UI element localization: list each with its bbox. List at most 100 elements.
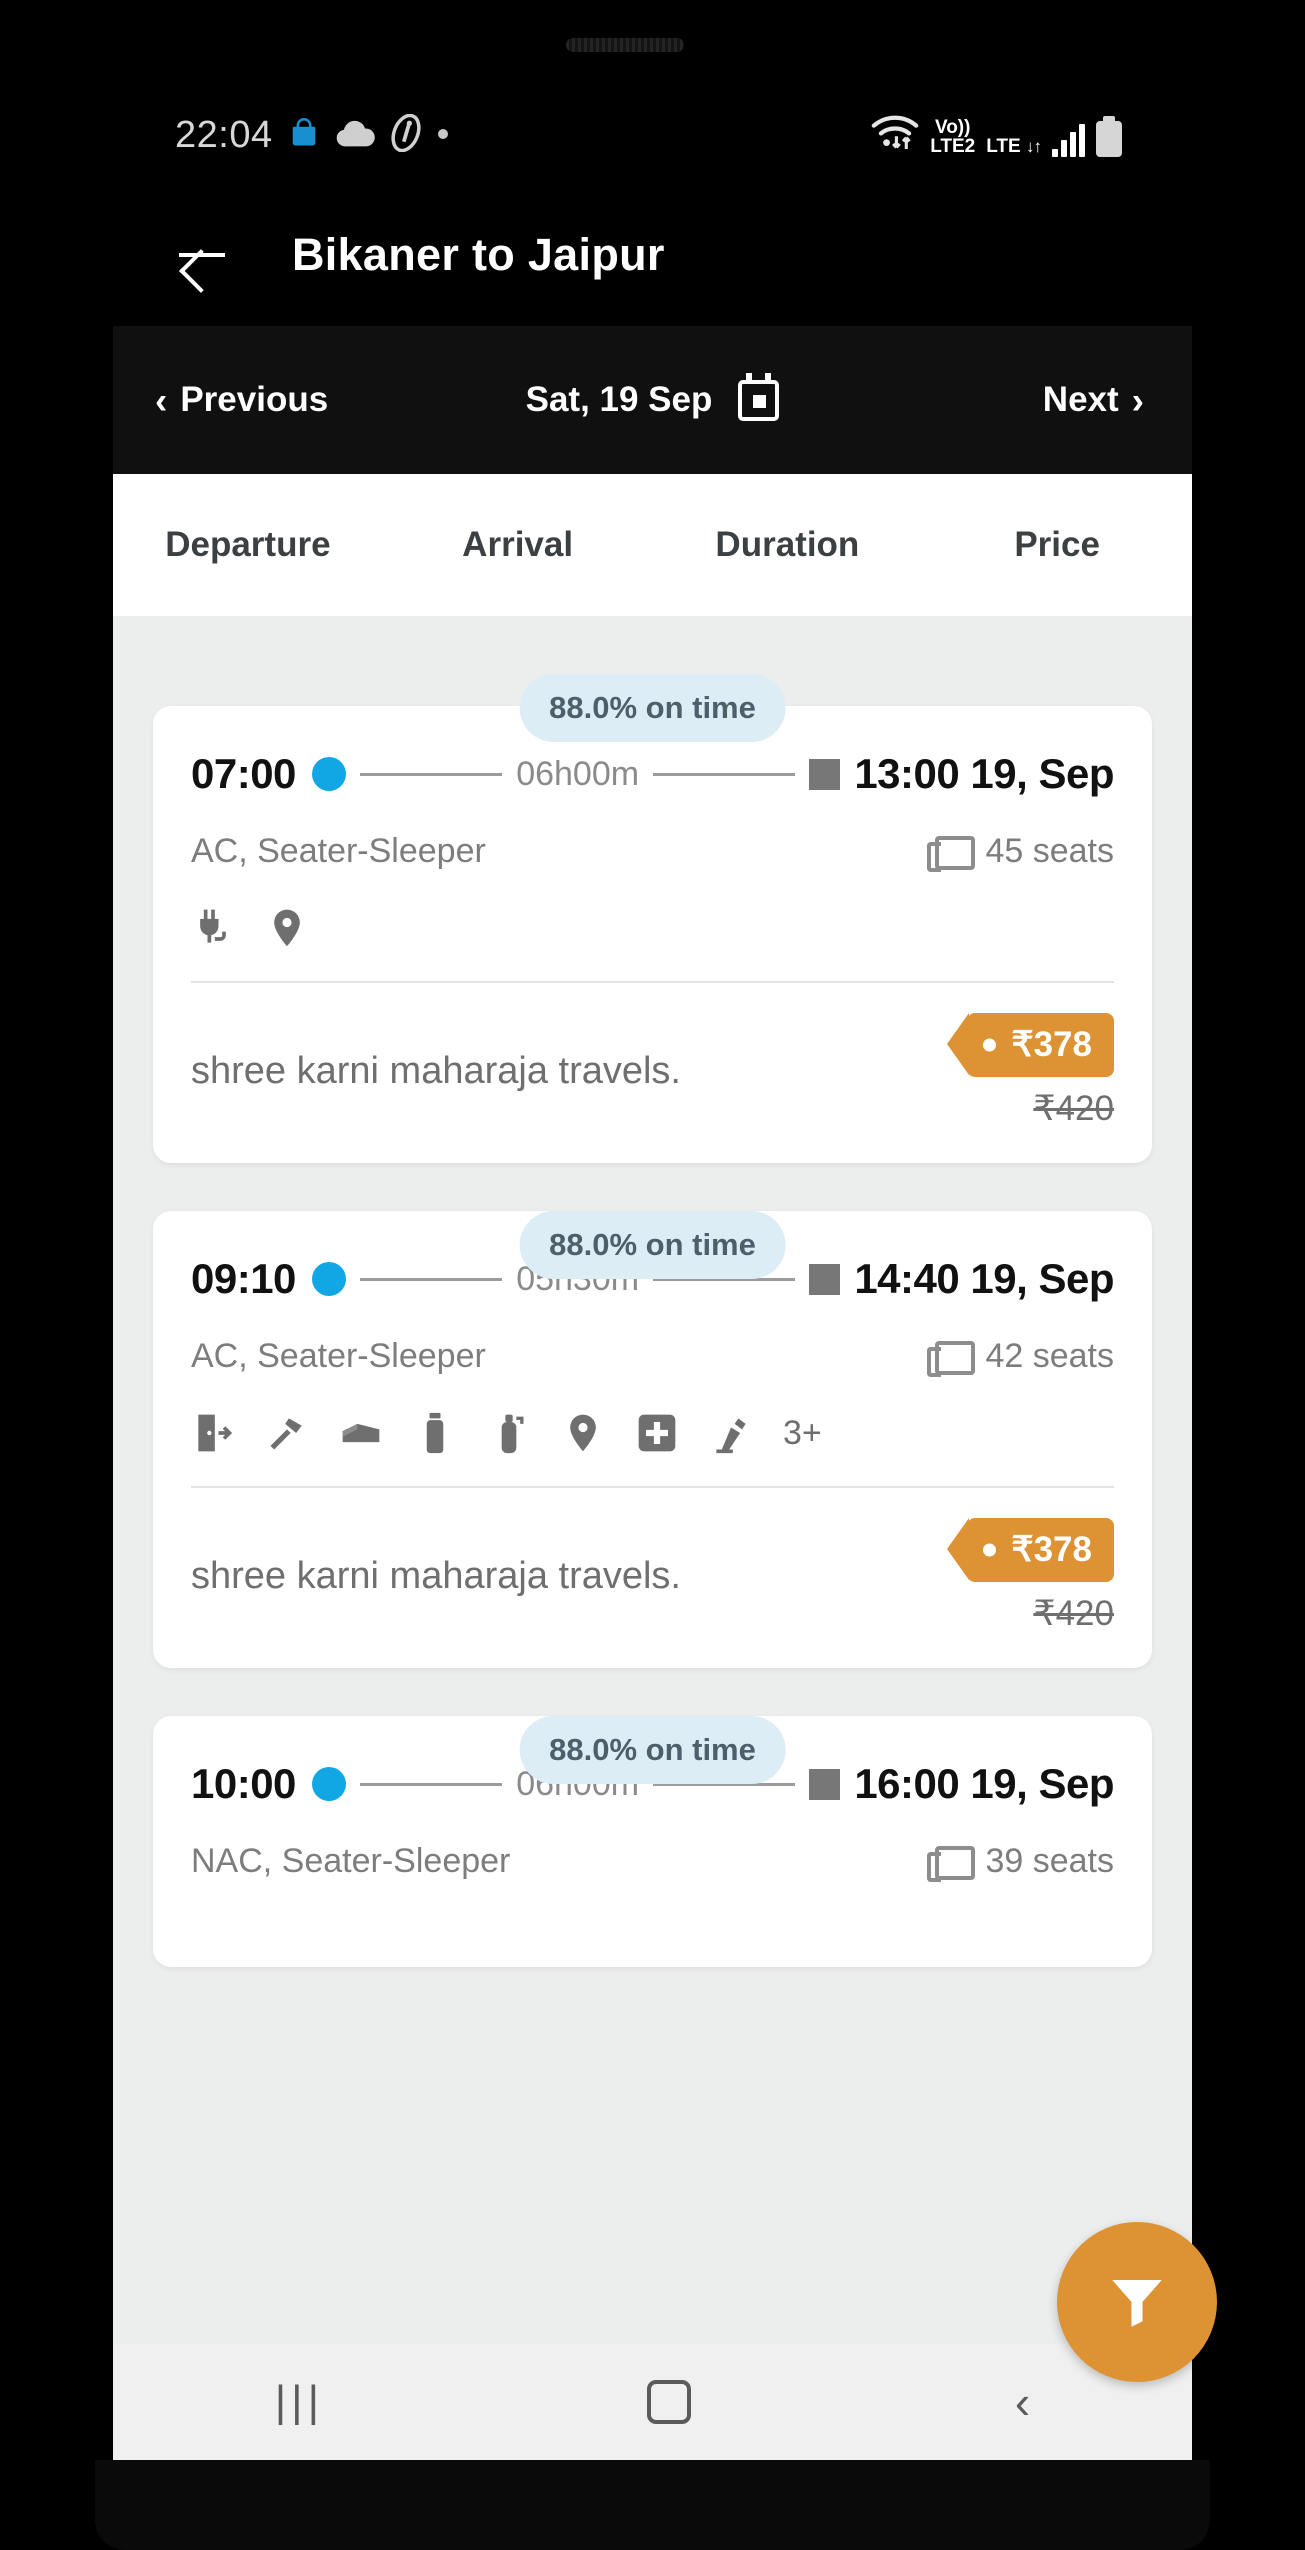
bus-type-label: AC, Seater-Sleeper	[191, 832, 486, 870]
departure-dot-icon	[311, 757, 346, 791]
price-block: ₹378 ₹420	[947, 1518, 1114, 1634]
journey-duration: 06h00m	[516, 754, 640, 793]
bus-type-label: NAC, Seater-Sleeper	[191, 1842, 511, 1880]
tag-hole-icon	[983, 1543, 997, 1557]
operator-name: shree karni maharaja travels.	[191, 1554, 681, 1597]
earpiece-speaker	[566, 38, 684, 52]
back-arrow-icon[interactable]	[173, 226, 231, 284]
recents-icon[interactable]: |||	[275, 2377, 324, 2427]
arrival-time: 13:00 19, Sep	[854, 750, 1114, 797]
operator-name: shree karni maharaja travels.	[191, 1049, 681, 1092]
next-day-label: Next	[1042, 380, 1119, 419]
volte-icon: Vo)) LTE2	[930, 116, 976, 158]
page-title: Bikaner to Jaipur	[292, 229, 665, 280]
chevron-right-icon: ›	[1131, 379, 1144, 421]
timeline-line-left	[359, 1782, 503, 1786]
amenities-more-label[interactable]: 3+	[783, 1414, 822, 1453]
on-time-badge: 88.0% on time	[519, 1211, 786, 1279]
emergency-exit-icon	[191, 1411, 235, 1455]
tab-price[interactable]: Price	[922, 525, 1192, 565]
tag-hole-icon	[983, 1038, 997, 1052]
signal-bars-icon	[1052, 124, 1085, 157]
calendar-icon[interactable]	[738, 372, 780, 421]
filter-funnel-icon	[1112, 2280, 1162, 2327]
price-tag: ₹378	[947, 1518, 1114, 1582]
blanket-icon	[339, 1411, 383, 1455]
arrival-time: 14:40 19, Sep	[854, 1255, 1114, 1302]
arrival-time: 16:00 19, Sep	[854, 1760, 1114, 1807]
battery-icon	[1096, 116, 1122, 157]
status-bar: 22:04 Vo)) LTE2 LTE ↓↑	[95, 108, 1210, 180]
seats-label: 42 seats	[985, 1337, 1114, 1375]
filter-button[interactable]	[1057, 2222, 1217, 2382]
price-block: ₹378 ₹420	[947, 1013, 1114, 1129]
departure-dot-icon	[311, 1262, 346, 1296]
selected-date-label: Sat, 19 Sep	[525, 380, 713, 419]
reading-light-icon	[709, 1411, 753, 1455]
arrival-square-icon	[809, 758, 841, 790]
live-tracking-icon	[561, 1411, 605, 1455]
departure-time: 10:00	[191, 1760, 296, 1807]
timeline-line-left	[359, 772, 503, 776]
next-day-button[interactable]: Next ›	[1043, 380, 1144, 420]
price-value: ₹378	[1011, 1530, 1092, 1569]
price-tag: ₹378	[947, 1013, 1114, 1077]
water-bottle-icon	[413, 1411, 457, 1455]
bus-type-label: AC, Seater-Sleeper	[191, 1337, 486, 1375]
seat-icon	[927, 1340, 976, 1377]
selected-date[interactable]: Sat, 19 Sep	[113, 372, 1192, 421]
departure-dot-icon	[311, 1767, 346, 1801]
amenities-row	[191, 897, 1114, 959]
amenities-row: 3+	[191, 1402, 1114, 1464]
fire-extinguisher-icon	[487, 1411, 531, 1455]
system-back-icon[interactable]: ‹	[1015, 2375, 1030, 2429]
price-value: ₹378	[1011, 1025, 1092, 1064]
operator-price-row: shree karni maharaja travels. ₹378 ₹420	[191, 983, 1114, 1129]
seats-label: 39 seats	[985, 1842, 1114, 1880]
tab-duration[interactable]: Duration	[653, 525, 923, 565]
bus-card-wrapper: 88.0% on time 10:00 06h00m 16:00 19, Sep…	[153, 1716, 1152, 1967]
seats-available: 42 seats	[927, 1337, 1114, 1377]
on-time-badge: 88.0% on time	[519, 1716, 786, 1784]
on-time-badge: 88.0% on time	[519, 674, 786, 742]
bus-card[interactable]: 09:10 05h30m 14:40 19, Sep AC, Seater-Sl…	[153, 1211, 1152, 1668]
original-price: ₹420	[1033, 1089, 1114, 1128]
shopping-bag-icon	[289, 116, 319, 155]
bus-meta-row: AC, Seater-Sleeper 45 seats	[191, 832, 1114, 872]
app-bar: Bikaner to Jaipur	[113, 200, 1192, 310]
bus-meta-row: NAC, Seater-Sleeper 39 seats	[191, 1842, 1114, 1882]
bus-card[interactable]: 07:00 06h00m 13:00 19, Sep AC, Seater-Sl…	[153, 706, 1152, 1163]
charging-point-icon	[191, 906, 235, 950]
phone-bottom-bezel	[95, 2460, 1210, 2550]
android-nav-bar: ||| ‹	[113, 2344, 1192, 2460]
tab-arrival[interactable]: Arrival	[383, 525, 653, 565]
seats-available: 39 seats	[927, 1842, 1114, 1882]
operator-price-row: shree karni maharaja travels. ₹378 ₹420	[191, 1488, 1114, 1634]
sort-tab-bar: Departure Arrival Duration Price	[113, 474, 1192, 616]
hammer-icon	[265, 1411, 309, 1455]
journey-timeline: 07:00 06h00m 13:00 19, Sep	[191, 750, 1114, 798]
seats-available: 45 seats	[927, 832, 1114, 872]
seat-icon	[927, 835, 976, 872]
status-clock: 22:04	[175, 114, 273, 156]
arrival-square-icon	[809, 1263, 841, 1295]
brand-icon	[391, 113, 421, 157]
bus-card-wrapper: 88.0% on time 07:00 06h00m 13:00 19, Sep…	[153, 616, 1152, 1163]
home-square-icon[interactable]	[647, 2380, 692, 2424]
seat-icon	[927, 1845, 976, 1882]
dot-icon	[437, 127, 449, 145]
departure-time: 07:00	[191, 750, 296, 797]
timeline-line-left	[359, 1277, 503, 1281]
departure-time: 09:10	[191, 1255, 296, 1302]
bus-results-list[interactable]: 88.0% on time 07:00 06h00m 13:00 19, Sep…	[113, 616, 1192, 2344]
lte-icon: LTE ↓↑	[986, 136, 1042, 158]
arrival-square-icon	[809, 1768, 841, 1800]
status-bar-left: 22:04	[175, 113, 449, 157]
timeline-line-right	[653, 772, 796, 776]
bus-meta-row: AC, Seater-Sleeper 42 seats	[191, 1337, 1114, 1377]
tab-departure[interactable]: Departure	[113, 525, 383, 565]
original-price: ₹420	[1033, 1594, 1114, 1633]
date-navigation-bar: ‹ Previous Sat, 19 Sep Next ›	[113, 326, 1192, 474]
status-bar-right: Vo)) LTE2 LTE ↓↑	[871, 112, 1122, 157]
wifi-icon	[871, 112, 919, 157]
